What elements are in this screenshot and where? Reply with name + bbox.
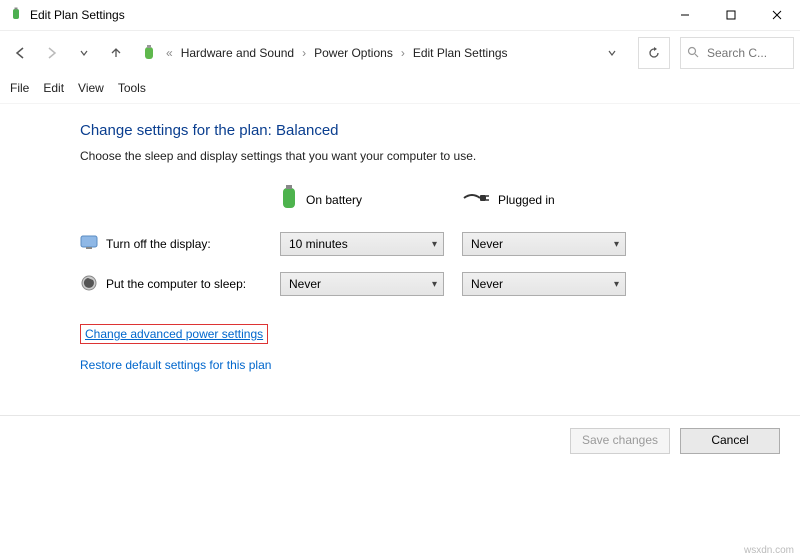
titlebar: Edit Plan Settings bbox=[0, 0, 800, 31]
recent-locations-chevron[interactable] bbox=[70, 39, 98, 67]
menu-view[interactable]: View bbox=[78, 81, 104, 95]
minimize-button[interactable] bbox=[662, 0, 708, 30]
advanced-link-row: Change advanced power settings bbox=[80, 324, 784, 344]
monitor-icon bbox=[80, 235, 98, 254]
window-title: Edit Plan Settings bbox=[30, 8, 125, 22]
search-input[interactable] bbox=[705, 45, 769, 61]
forward-button[interactable] bbox=[38, 39, 66, 67]
save-changes-button[interactable]: Save changes bbox=[570, 428, 670, 454]
chevron-down-icon: ▾ bbox=[432, 279, 437, 290]
plugged-in-label: Plugged in bbox=[498, 193, 555, 207]
breadcrumb[interactable]: « Hardware and Sound › Power Options › E… bbox=[134, 41, 630, 65]
back-button[interactable] bbox=[6, 39, 34, 67]
column-headers: On battery Plugged in bbox=[80, 185, 784, 214]
chevron-down-icon: ▾ bbox=[614, 279, 619, 290]
chevron-right-icon: › bbox=[302, 46, 306, 60]
chevron-down-icon: ▾ bbox=[614, 239, 619, 250]
menu-edit[interactable]: Edit bbox=[43, 81, 64, 95]
display-plugged-dropdown[interactable]: Never ▾ bbox=[462, 232, 626, 256]
breadcrumb-item[interactable]: Hardware and Sound bbox=[181, 46, 294, 60]
plug-icon bbox=[462, 190, 490, 209]
display-label: Turn off the display: bbox=[106, 237, 211, 251]
display-battery-dropdown[interactable]: 10 minutes ▾ bbox=[280, 232, 444, 256]
menubar: File Edit View Tools bbox=[0, 75, 800, 104]
maximize-button[interactable] bbox=[708, 0, 754, 30]
menu-tools[interactable]: Tools bbox=[118, 81, 146, 95]
app-icon bbox=[8, 7, 24, 23]
menu-file[interactable]: File bbox=[10, 81, 29, 95]
search-box[interactable] bbox=[680, 37, 794, 69]
sleep-battery-value: Never bbox=[289, 277, 321, 291]
row-computer-sleep: Put the computer to sleep: Never ▾ Never… bbox=[80, 272, 784, 296]
breadcrumb-item[interactable]: Edit Plan Settings bbox=[413, 46, 508, 60]
nav-row: « Hardware and Sound › Power Options › E… bbox=[0, 31, 800, 75]
breadcrumb-dropdown-chevron[interactable] bbox=[600, 41, 624, 65]
close-button[interactable] bbox=[754, 0, 800, 30]
plan-name: Balanced bbox=[276, 122, 339, 139]
breadcrumb-sep-icon: « bbox=[166, 46, 173, 60]
sleep-battery-dropdown[interactable]: Never ▾ bbox=[280, 272, 444, 296]
button-bar: Save changes Cancel bbox=[0, 415, 800, 466]
page-subtext: Choose the sleep and display settings th… bbox=[80, 149, 784, 163]
sleep-plugged-value: Never bbox=[471, 277, 503, 291]
restore-defaults-link[interactable]: Restore default settings for this plan bbox=[80, 358, 271, 372]
content-pane: Change settings for the plan: Balanced C… bbox=[0, 104, 800, 372]
display-battery-value: 10 minutes bbox=[289, 237, 348, 251]
search-icon bbox=[687, 46, 699, 61]
page-heading: Change settings for the plan: Balanced bbox=[80, 122, 784, 139]
heading-prefix: Change settings for the plan: bbox=[80, 122, 276, 139]
cancel-button[interactable]: Cancel bbox=[680, 428, 780, 454]
sleep-icon bbox=[80, 274, 98, 295]
sleep-label: Put the computer to sleep: bbox=[106, 277, 246, 291]
restore-link-row: Restore default settings for this plan bbox=[80, 358, 784, 372]
refresh-button[interactable] bbox=[638, 37, 670, 69]
change-advanced-link[interactable]: Change advanced power settings bbox=[85, 327, 263, 341]
up-button[interactable] bbox=[102, 39, 130, 67]
breadcrumb-root-icon bbox=[140, 44, 158, 62]
chevron-right-icon: › bbox=[401, 46, 405, 60]
chevron-down-icon: ▾ bbox=[432, 239, 437, 250]
on-battery-label: On battery bbox=[306, 193, 362, 207]
row-turn-off-display: Turn off the display: 10 minutes ▾ Never… bbox=[80, 232, 784, 256]
watermark: wsxdn.com bbox=[744, 545, 794, 556]
battery-icon bbox=[280, 185, 298, 214]
sleep-plugged-dropdown[interactable]: Never ▾ bbox=[462, 272, 626, 296]
display-plugged-value: Never bbox=[471, 237, 503, 251]
breadcrumb-item[interactable]: Power Options bbox=[314, 46, 393, 60]
